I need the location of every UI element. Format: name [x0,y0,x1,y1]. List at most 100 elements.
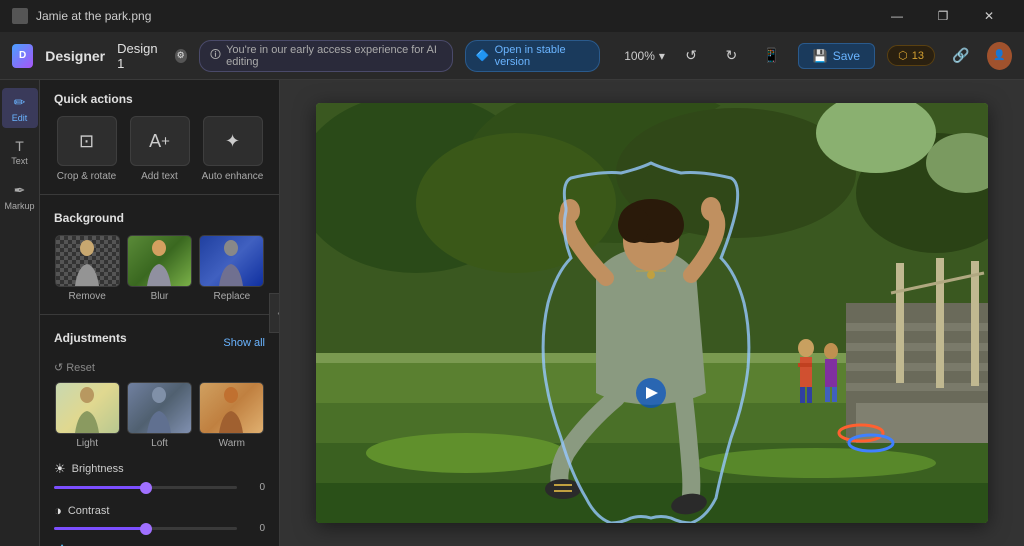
crop-icon: ⊡ [57,116,117,166]
quick-actions-section: Quick actions ⊡ Crop & rotate A+ Add tex… [40,80,279,190]
minimize-button[interactable]: — [874,0,920,32]
light-label: Light [76,438,98,449]
sidebar-item-edit[interactable]: ✏ Edit [2,88,38,128]
brightness-slider[interactable] [54,486,237,489]
early-access-text: You're in our early access experience fo… [226,44,442,68]
save-label: Save [833,49,860,63]
undo-button[interactable]: ↺ [677,40,705,72]
app-name: Designer [45,48,105,64]
zoom-control[interactable]: 100% ▾ [624,49,665,63]
reset-button[interactable]: ↺ Reset [54,361,265,374]
title-bar: Jamie at the park.png — ❐ ✕ [0,0,1024,32]
enhance-label: Auto enhance [202,171,264,182]
panel-collapse-button[interactable]: ‹ [269,293,280,333]
redo-button[interactable]: ↻ [717,40,745,72]
contrast-slider[interactable] [54,527,237,530]
brightness-icon: ☀ [54,461,66,477]
remove-bg-thumbnail [55,235,120,287]
background-remove-option[interactable]: Remove [54,235,120,302]
park-image-svg [316,103,988,523]
canvas-area [280,80,1024,546]
show-all-button[interactable]: Show all [223,337,265,349]
filter-loft[interactable]: Loft [126,382,192,449]
phone-preview-button[interactable]: 📱 [758,40,786,72]
contrast-value: 0 [245,523,265,534]
loft-label: Loft [151,438,168,449]
sidebar-item-markup[interactable]: ✒ Markup [2,176,38,216]
auto-enhance-action[interactable]: ✦ Auto enhance [200,116,265,182]
filter-thumbnails: Light Loft [54,382,265,449]
edit-icon: ✏ [14,94,26,111]
background-blur-option[interactable]: Blur [126,235,192,302]
add-text-action[interactable]: A+ Add text [127,116,192,182]
adjustments-section: Adjustments Show all ↺ Reset Light [40,319,279,546]
contrast-slider-row: ◑ Contrast 0 [54,503,265,534]
brightness-slider-container: 0 [54,482,265,493]
doc-status-badge: ⚙ [175,49,187,63]
window-title: Jamie at the park.png [36,9,151,23]
markup-label: Markup [4,201,34,211]
save-button[interactable]: 💾 Save [798,43,875,69]
filter-warm[interactable]: Warm [199,382,265,449]
background-options-grid: Remove Blur [54,235,265,302]
user-avatar[interactable]: 👤 [987,42,1012,70]
share-button[interactable]: 🔗 [947,40,975,72]
doc-name: Design 1 [117,41,162,71]
reset-label: Reset [66,362,95,374]
designer-icon: 🔷 [476,49,490,62]
maximize-button[interactable]: ❐ [920,0,966,32]
save-icon: 💾 [813,49,828,63]
canvas-image [316,103,988,523]
brightness-label: Brightness [72,463,124,475]
contrast-icon: ◑ [54,503,62,518]
adjustments-title: Adjustments [54,331,127,345]
main-layout: ✏ Edit T Text ✒ Markup Quick actions ⊡ C… [0,80,1024,546]
app-logo: D [12,44,33,68]
reset-icon: ↺ [54,361,63,374]
blur-label: Blur [151,291,169,302]
brightness-value: 0 [245,482,265,493]
coins-icon: ⬡ [898,49,908,62]
edit-label: Edit [12,113,28,123]
remove-label: Remove [69,291,106,302]
background-title: Background [54,211,265,225]
left-panel: Quick actions ⊡ Crop & rotate A+ Add tex… [40,80,280,546]
close-button[interactable]: ✕ [966,0,1012,32]
crop-rotate-action[interactable]: ⊡ Crop & rotate [54,116,119,182]
loft-thumbnail [127,382,192,434]
early-access-badge: 🛈 You're in our early access experience … [199,40,453,72]
add-text-icon: A+ [130,116,190,166]
blur-bg-thumbnail [127,235,192,287]
crop-label: Crop & rotate [57,171,116,182]
contrast-label-row: ◑ Contrast [54,503,265,518]
open-stable-label: Open in stable version [495,44,590,68]
replace-bg-thumbnail [199,235,264,287]
credits-badge: ⬡ 13 [887,45,935,66]
enhance-icon: ✦ [203,116,263,166]
light-thumbnail [55,382,120,434]
warm-thumbnail [199,382,264,434]
menu-bar: D Designer Design 1 ⚙ 🛈 You're in our ea… [0,32,1024,80]
icon-rail: ✏ Edit T Text ✒ Markup [0,80,40,546]
replace-label: Replace [213,291,250,302]
title-bar-left: Jamie at the park.png [12,8,151,24]
sidebar-item-text[interactable]: T Text [2,132,38,172]
background-replace-option[interactable]: Replace [199,235,265,302]
adjustments-header: Adjustments Show all [54,331,265,355]
credits-value: 13 [912,50,924,62]
background-section: Background Remove [40,199,279,310]
quick-actions-grid: ⊡ Crop & rotate A+ Add text ✦ Auto enhan… [54,116,265,182]
text-icon: T [15,138,24,154]
contrast-label: Contrast [68,505,110,517]
filter-light[interactable]: Light [54,382,120,449]
remove-figure [56,236,119,286]
contrast-slider-container: 0 [54,523,265,534]
app-icon [12,8,28,24]
markup-icon: ✒ [14,182,26,199]
open-stable-button[interactable]: 🔷 Open in stable version [465,40,600,72]
add-text-label: Add text [141,171,178,182]
brightness-label-row: ☀ Brightness [54,461,265,477]
window-controls: — ❐ ✕ [874,0,1012,32]
zoom-value: 100% [624,49,655,63]
early-access-icon: 🛈 [210,46,221,65]
